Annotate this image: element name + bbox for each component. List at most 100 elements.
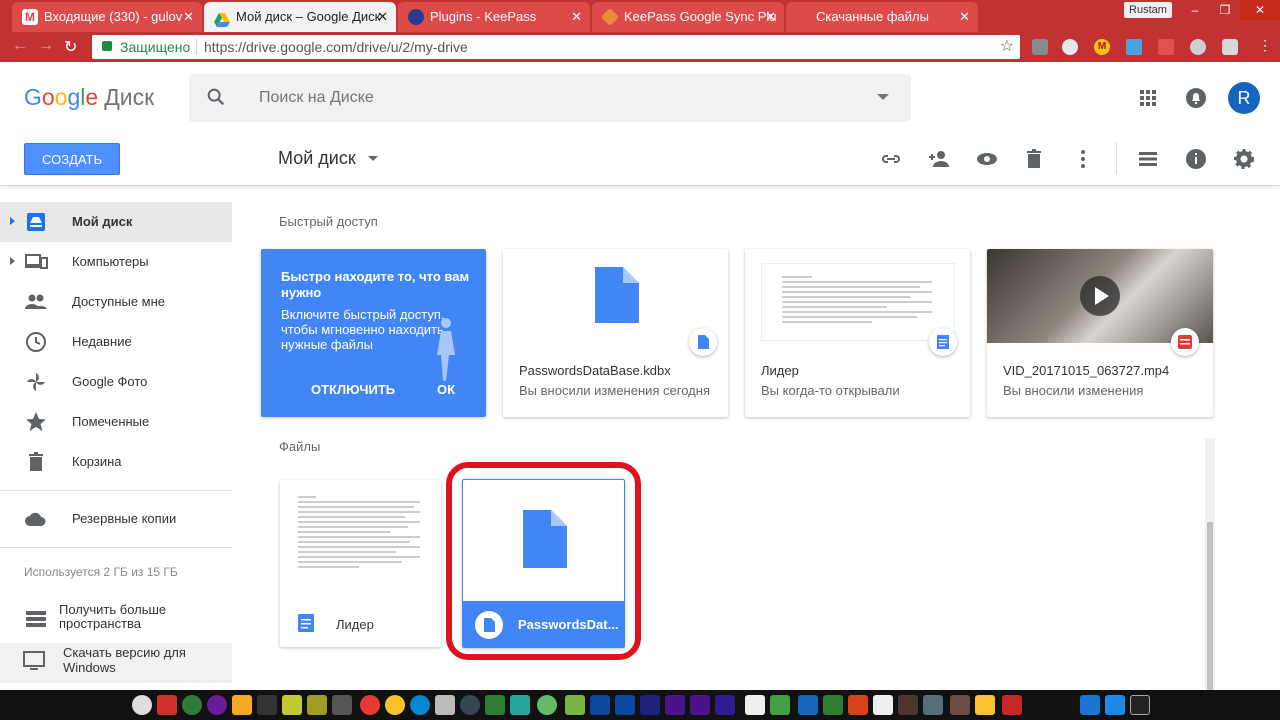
app-icon[interactable]: [770, 695, 790, 715]
opera-icon[interactable]: [360, 695, 380, 715]
app-icon[interactable]: [537, 695, 557, 715]
app-icon[interactable]: [1002, 695, 1022, 715]
notifications-icon[interactable]: [1184, 86, 1208, 110]
app-icon[interactable]: [898, 695, 918, 715]
back-icon[interactable]: ←: [12, 37, 28, 55]
tab-keepass-plugins[interactable]: Plugins - KeePass ✕: [398, 2, 590, 32]
photoshop-icon[interactable]: [615, 695, 635, 715]
quick-access-card[interactable]: VID_20171015_063727.mp4 Вы вносили измен…: [987, 249, 1213, 417]
muse-icon[interactable]: [282, 695, 302, 715]
url-text[interactable]: https://drive.google.com/drive/u/2/my-dr…: [204, 35, 468, 59]
powerpoint-icon[interactable]: [848, 695, 868, 715]
promo-disable-button[interactable]: ОТКЛЮЧИТЬ: [311, 382, 395, 397]
globe-extension-icon[interactable]: [1190, 39, 1206, 55]
close-icon[interactable]: ✕: [959, 2, 970, 32]
promo-ok-button[interactable]: ОК: [437, 382, 455, 397]
refresh-app-icon[interactable]: [182, 695, 202, 715]
trash-icon[interactable]: [1022, 147, 1046, 171]
quick-access-card[interactable]: Лидер Вы когда-то открывали: [745, 249, 970, 417]
bridge-icon[interactable]: [950, 695, 970, 715]
minimize-icon[interactable]: –: [1180, 0, 1210, 20]
close-icon[interactable]: ✕: [183, 2, 194, 32]
tab-gmail[interactable]: M Входящие (330) - gulov ✕: [12, 2, 202, 32]
word-icon[interactable]: [798, 695, 818, 715]
sidebar-item-computers[interactable]: Компьютеры: [0, 242, 232, 282]
file-card[interactable]: Лидер: [280, 480, 441, 647]
close-icon[interactable]: ✕: [377, 2, 388, 32]
folder-icon[interactable]: [975, 695, 995, 715]
quick-access-card[interactable]: PasswordsDataBase.kdbx Вы вносили измене…: [503, 249, 728, 417]
sidebar-item-shared[interactable]: Доступные мне: [0, 282, 232, 322]
metro-extension-icon[interactable]: M: [1094, 39, 1110, 55]
page-title[interactable]: Мой диск: [278, 148, 356, 169]
bookmark-star-icon[interactable]: ☆: [1000, 35, 1014, 59]
list-view-icon[interactable]: [1136, 147, 1160, 171]
search-icon[interactable]: [205, 86, 227, 108]
excel-icon[interactable]: [823, 695, 843, 715]
app-icon[interactable]: [1130, 695, 1150, 715]
app-icon[interactable]: [435, 695, 455, 715]
app-icon[interactable]: [485, 695, 505, 715]
close-icon[interactable]: ✕: [765, 2, 776, 32]
tab-downloads[interactable]: Скачанные файлы ✕: [786, 2, 978, 32]
search-options-icon[interactable]: [877, 94, 889, 100]
sidebar-item-recent[interactable]: Недавние: [0, 322, 232, 362]
settings-gear-icon[interactable]: [132, 695, 152, 715]
app-icon[interactable]: [232, 695, 252, 715]
close-window-icon[interactable]: ✕: [1240, 0, 1280, 20]
search-input[interactable]: [259, 86, 859, 110]
camera-extension-icon[interactable]: [1222, 39, 1238, 55]
sidebar-item-trash[interactable]: Корзина: [0, 442, 232, 482]
play-icon[interactable]: [1080, 276, 1120, 316]
chrome-icon[interactable]: [385, 695, 405, 715]
sidebar-item-backups[interactable]: Резервные копии: [0, 499, 232, 539]
link-icon[interactable]: [879, 147, 903, 171]
app-icon[interactable]: [460, 695, 480, 715]
app-icon[interactable]: [1080, 695, 1100, 715]
app-icon[interactable]: [257, 695, 277, 715]
profile-name[interactable]: Rustam: [1124, 2, 1172, 18]
preview-eye-icon[interactable]: [975, 147, 999, 171]
cloud-extension-icon[interactable]: [1158, 39, 1174, 55]
get-more-storage-link[interactable]: Получить больше пространства: [0, 599, 232, 635]
after-effects-icon[interactable]: [665, 695, 685, 715]
scrollbar-thumb[interactable]: [1207, 522, 1213, 690]
app-icon[interactable]: [510, 695, 530, 715]
audition-icon[interactable]: [590, 695, 610, 715]
power-icon[interactable]: [157, 695, 177, 715]
premiere-icon[interactable]: [690, 695, 710, 715]
account-avatar[interactable]: R: [1228, 82, 1260, 114]
expand-caret-icon[interactable]: [10, 217, 15, 225]
search-bar[interactable]: [189, 74, 911, 122]
app-icon[interactable]: [923, 695, 943, 715]
tab-google-drive[interactable]: Мой диск – Google Диск ✕: [204, 2, 396, 32]
app-icon[interactable]: [565, 695, 585, 715]
maximize-icon[interactable]: ❐: [1210, 0, 1240, 20]
sidebar-item-google-photos[interactable]: Google Фото: [0, 362, 232, 402]
dreamweaver-icon[interactable]: [307, 695, 327, 715]
app-icon[interactable]: [715, 695, 735, 715]
lightroom-icon[interactable]: [640, 695, 660, 715]
app-icon[interactable]: [873, 695, 893, 715]
app-icon[interactable]: [332, 695, 352, 715]
close-icon[interactable]: ✕: [571, 2, 582, 32]
pinwheel-extension-icon[interactable]: [1126, 39, 1142, 55]
chevron-down-icon[interactable]: [368, 156, 378, 161]
download-windows-link[interactable]: Скачать версию для Windows: [0, 643, 232, 683]
forward-icon[interactable]: →: [38, 37, 54, 55]
google-drive-logo[interactable]: Google Диск: [24, 84, 154, 111]
address-bar[interactable]: Защищено https://drive.google.com/drive/…: [92, 35, 1020, 59]
create-button[interactable]: СОЗДАТЬ: [24, 143, 120, 175]
app-icon[interactable]: [207, 695, 227, 715]
sidebar-item-my-drive[interactable]: Мой диск: [0, 202, 232, 242]
app-icon[interactable]: [745, 695, 765, 715]
expand-caret-icon[interactable]: [10, 257, 15, 265]
lightbulb-extension-icon[interactable]: [1062, 39, 1078, 55]
app-icon[interactable]: [1105, 695, 1125, 715]
more-vert-icon[interactable]: [1071, 147, 1095, 171]
settings-gear-icon[interactable]: [1232, 147, 1256, 171]
reload-icon[interactable]: ↻: [64, 37, 77, 57]
skype-icon[interactable]: [410, 695, 430, 715]
apps-grid-icon[interactable]: [1136, 86, 1160, 110]
pocket-extension-icon[interactable]: [1032, 39, 1048, 55]
